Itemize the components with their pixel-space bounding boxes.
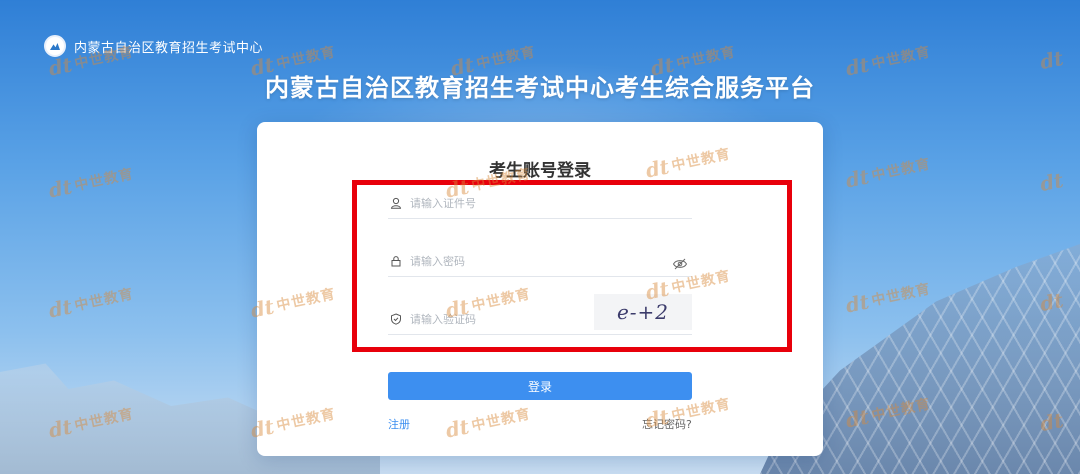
org-name: 内蒙古自治区教育招生考试中心	[74, 40, 264, 56]
register-link[interactable]: 注册	[388, 416, 410, 432]
watermark: dt	[1037, 167, 1066, 197]
forgot-password-link[interactable]: 忘记密码?	[642, 416, 692, 432]
highlight-box	[352, 180, 792, 352]
watermark: dt 中世教育	[843, 281, 933, 318]
watermark: dt 中世教育	[46, 286, 136, 323]
login-title: 考生账号登录	[489, 161, 591, 181]
watermark: dt	[1037, 287, 1066, 317]
watermark: dt 中世教育	[46, 406, 136, 443]
login-button[interactable]: 登录	[388, 372, 692, 400]
org-logo-icon	[44, 35, 66, 57]
watermark: dt 中世教育	[843, 396, 933, 433]
watermark: dt	[1037, 407, 1066, 437]
brand: 内蒙古自治区教育招生考试中心	[44, 34, 263, 58]
page-title: 内蒙古自治区教育招生考试中心考生综合服务平台	[265, 74, 815, 102]
watermark: dt 中世教育	[843, 156, 933, 193]
watermark: dt 中世教育	[46, 166, 136, 203]
